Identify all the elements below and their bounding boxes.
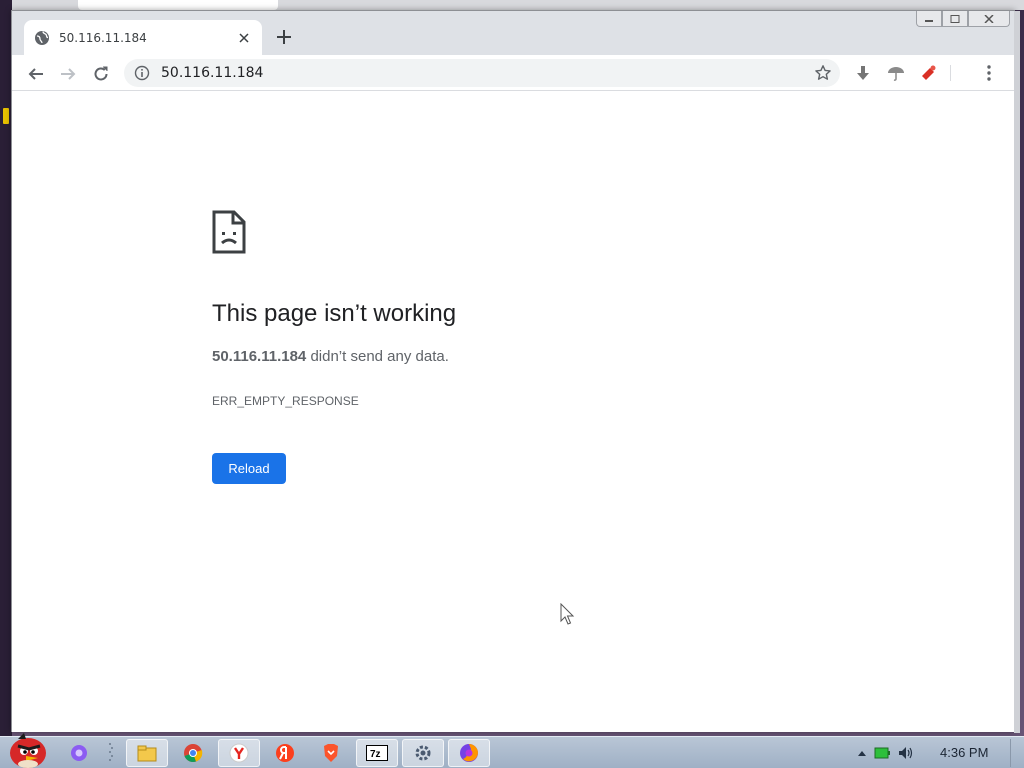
mouse-cursor-icon <box>560 603 575 625</box>
taskbar-clock[interactable]: 4:36 PM <box>940 745 988 760</box>
address-bar[interactable]: 50.116.11.184 <box>124 59 840 87</box>
tab-close-icon[interactable] <box>236 30 252 46</box>
download-extension-icon[interactable] <box>853 63 873 83</box>
7zip-icon[interactable]: 7z <box>356 739 398 767</box>
power-indicator-icon[interactable] <box>874 746 890 760</box>
bookmark-star-icon[interactable] <box>814 64 832 82</box>
toolbar-separator <box>950 65 951 81</box>
tray-expand-arrow-icon[interactable] <box>858 750 866 756</box>
window-controls <box>916 11 1010 29</box>
windows-taskbar: 7z 4:36 PM <box>0 733 1024 768</box>
brave-icon[interactable] <box>310 739 352 767</box>
forward-button[interactable] <box>56 62 80 86</box>
error-description: 50.116.11.184 didn’t send any data. <box>212 348 449 365</box>
page-content: This page isn’t working 50.116.11.184 di… <box>12 92 1014 732</box>
error-host: 50.116.11.184 <box>212 348 307 365</box>
reload-icon-button[interactable] <box>89 62 113 86</box>
active-tab[interactable]: 50.116.11.184 <box>24 20 262 55</box>
sad-page-icon <box>212 210 246 254</box>
chrome-icon[interactable] <box>172 739 214 767</box>
svg-text:7z: 7z <box>370 749 381 760</box>
site-info-icon[interactable] <box>134 65 150 81</box>
tab-strip: 50.116.11.184 <box>12 11 1014 55</box>
volume-icon[interactable] <box>898 746 914 760</box>
yandex-browser-icon[interactable] <box>218 739 260 767</box>
background-window-tab <box>78 0 278 10</box>
maximize-button[interactable] <box>942 11 968 27</box>
red-extension-icon[interactable] <box>918 63 938 83</box>
system-tray <box>858 741 914 765</box>
window-frame-right <box>1014 11 1020 733</box>
globe-icon <box>34 30 50 46</box>
error-description-text: didn’t send any data. <box>306 348 449 365</box>
address-url[interactable]: 50.116.11.184 <box>161 65 814 81</box>
desktop-yellow-marker <box>3 108 9 124</box>
umbrella-extension-icon[interactable] <box>886 63 906 83</box>
reload-button[interactable]: Reload <box>212 453 286 484</box>
settings-tool-icon[interactable] <box>402 739 444 767</box>
browser-toolbar: 50.116.11.184 <box>12 55 1014 91</box>
tab-title: 50.116.11.184 <box>59 30 147 45</box>
menu-kebab-icon[interactable] <box>979 63 999 83</box>
error-title: This page isn’t working <box>212 300 457 327</box>
close-window-button[interactable] <box>968 11 1010 27</box>
start-orb-angry-bird[interactable] <box>4 731 50 768</box>
show-desktop-button[interactable] <box>1010 739 1022 767</box>
yandex-icon[interactable] <box>264 739 306 767</box>
minimize-button[interactable] <box>916 11 942 27</box>
file-explorer-icon[interactable] <box>126 739 168 767</box>
firefox-icon[interactable] <box>448 739 490 767</box>
back-button[interactable] <box>24 62 48 86</box>
taskbar-grip <box>108 739 114 767</box>
browser-window: 50.116.11.184 50.116.11.184 This page is… <box>11 10 1020 733</box>
alice-assistant-icon[interactable] <box>58 739 100 767</box>
error-code: ERR_EMPTY_RESPONSE <box>212 394 359 408</box>
new-tab-button[interactable] <box>274 27 294 47</box>
